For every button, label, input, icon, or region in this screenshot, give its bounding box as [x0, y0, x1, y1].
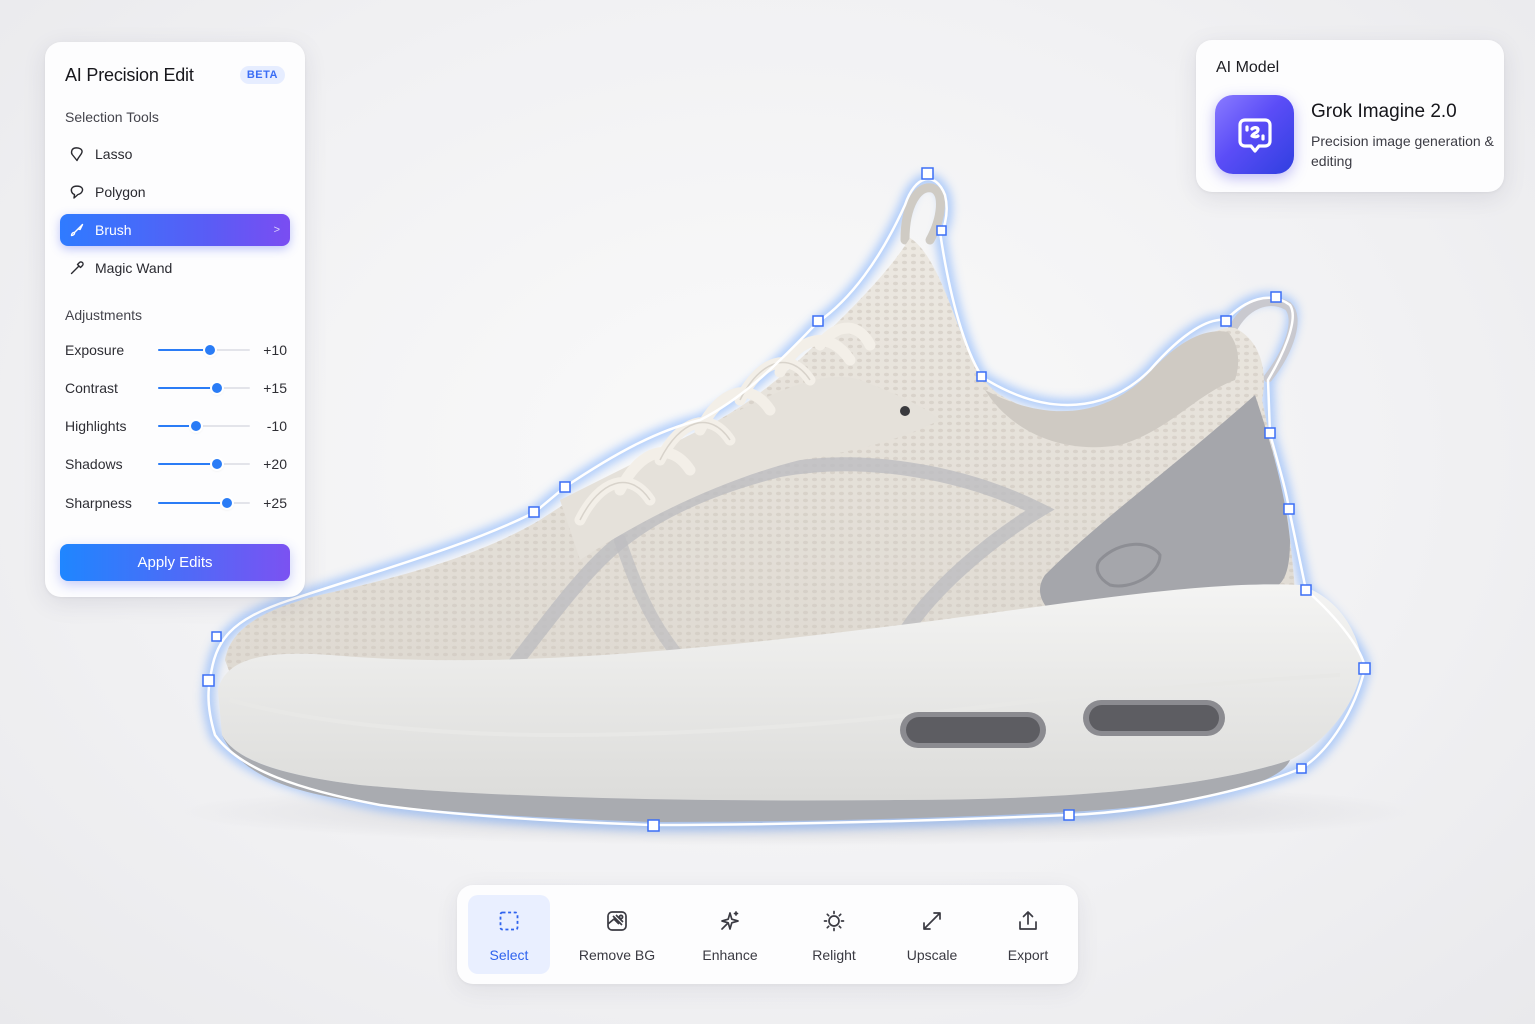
- chevron-right-icon: >: [273, 224, 280, 236]
- adjustment-label: Contrast: [65, 380, 118, 396]
- slider-knob[interactable]: [205, 345, 216, 355]
- ai-model-name: Grok Imagine 2.0: [1311, 101, 1457, 122]
- toolbar-enhance-button[interactable]: Enhance: [688, 895, 772, 974]
- export-icon: [1016, 909, 1040, 933]
- adjustment-value: -10: [266, 418, 287, 434]
- toolbar-label: Select: [489, 947, 529, 963]
- adjustment-sharpness: Sharpness +25: [65, 493, 287, 513]
- sharpness-slider[interactable]: [158, 493, 250, 513]
- ai-model-description: Precision image generation & editing: [1311, 133, 1494, 169]
- toolbar-relight-button[interactable]: Relight: [794, 895, 874, 974]
- toolbar-export-button[interactable]: Export: [988, 895, 1068, 974]
- slider-fill: [158, 387, 217, 389]
- polygon-icon: [69, 184, 85, 200]
- slider-fill: [158, 502, 227, 504]
- tool-label: Brush: [95, 222, 132, 238]
- adjustment-value: +25: [263, 495, 287, 511]
- selection-tools-heading: Selection Tools: [65, 109, 159, 125]
- adjustment-label: Shadows: [65, 456, 123, 472]
- slider-knob[interactable]: [190, 421, 201, 431]
- magic-wand-icon: [69, 260, 85, 276]
- ai-model-heading: AI Model: [1216, 59, 1280, 76]
- toolbar-label: Relight: [812, 947, 856, 963]
- adjustment-label: Sharpness: [65, 495, 132, 511]
- adjustments-heading: Adjustments: [65, 307, 143, 323]
- relight-icon: [822, 909, 846, 933]
- slider-knob[interactable]: [222, 498, 232, 508]
- adjustment-value: +10: [263, 342, 287, 358]
- tool-lasso[interactable]: Lasso: [60, 138, 290, 170]
- enhance-icon: [718, 909, 742, 933]
- shadows-slider[interactable]: [158, 454, 250, 474]
- tool-magic-wand[interactable]: Magic Wand: [60, 252, 290, 284]
- panel-title: AI Precision Edit: [65, 64, 194, 85]
- toolbar-upscale-button[interactable]: Upscale: [892, 895, 972, 974]
- contrast-slider[interactable]: [158, 378, 250, 398]
- bottom-toolbar: Select Remove BG Enhance Relight Upscale…: [457, 885, 1078, 984]
- adjustment-value: +15: [263, 380, 287, 396]
- tool-label: Polygon: [95, 184, 146, 200]
- adjustment-value: +20: [263, 456, 287, 472]
- toolbar-remove-bg-button[interactable]: Remove BG: [570, 895, 664, 974]
- adjustment-label: Highlights: [65, 418, 127, 434]
- slider-fill: [158, 463, 217, 465]
- precision-edit-panel: AI Precision Edit BETA Selection Tools L…: [45, 42, 305, 597]
- toolbar-select-button[interactable]: Select: [468, 895, 550, 974]
- tool-polygon[interactable]: Polygon: [60, 176, 290, 208]
- highlights-slider[interactable]: [158, 416, 250, 436]
- slider-knob[interactable]: [211, 383, 222, 393]
- select-icon: [497, 909, 521, 933]
- toolbar-label: Enhance: [702, 947, 758, 963]
- adjustment-shadows: Shadows +20: [65, 454, 287, 474]
- adjustment-highlights: Highlights -10: [65, 416, 287, 436]
- beta-badge: BETA: [239, 66, 285, 84]
- lasso-icon: [69, 146, 85, 162]
- adjustment-label: Exposure: [65, 342, 125, 358]
- slider-knob[interactable]: [211, 459, 222, 469]
- exposure-slider[interactable]: [158, 340, 250, 360]
- slider-fill: [158, 349, 211, 351]
- tool-brush[interactable]: Brush >: [60, 214, 290, 246]
- upscale-icon: [920, 909, 944, 933]
- toolbar-label: Remove BG: [578, 947, 656, 963]
- brush-icon: [69, 222, 85, 238]
- tool-label: Lasso: [95, 146, 133, 162]
- ai-model-card: AI Model Grok Imagine 2.0 Precision imag…: [1196, 40, 1504, 192]
- toolbar-label: Upscale: [906, 947, 958, 963]
- panel-header: AI Precision Edit BETA: [65, 63, 285, 87]
- tool-label: Magic Wand: [95, 260, 173, 276]
- adjustment-exposure: Exposure +10: [65, 340, 287, 360]
- ai-model-icon: [1215, 95, 1294, 174]
- apply-edits-button[interactable]: Apply Edits: [60, 544, 290, 581]
- toolbar-label: Export: [1007, 947, 1049, 963]
- remove-bg-icon: [605, 909, 629, 933]
- adjustment-contrast: Contrast +15: [65, 378, 287, 398]
